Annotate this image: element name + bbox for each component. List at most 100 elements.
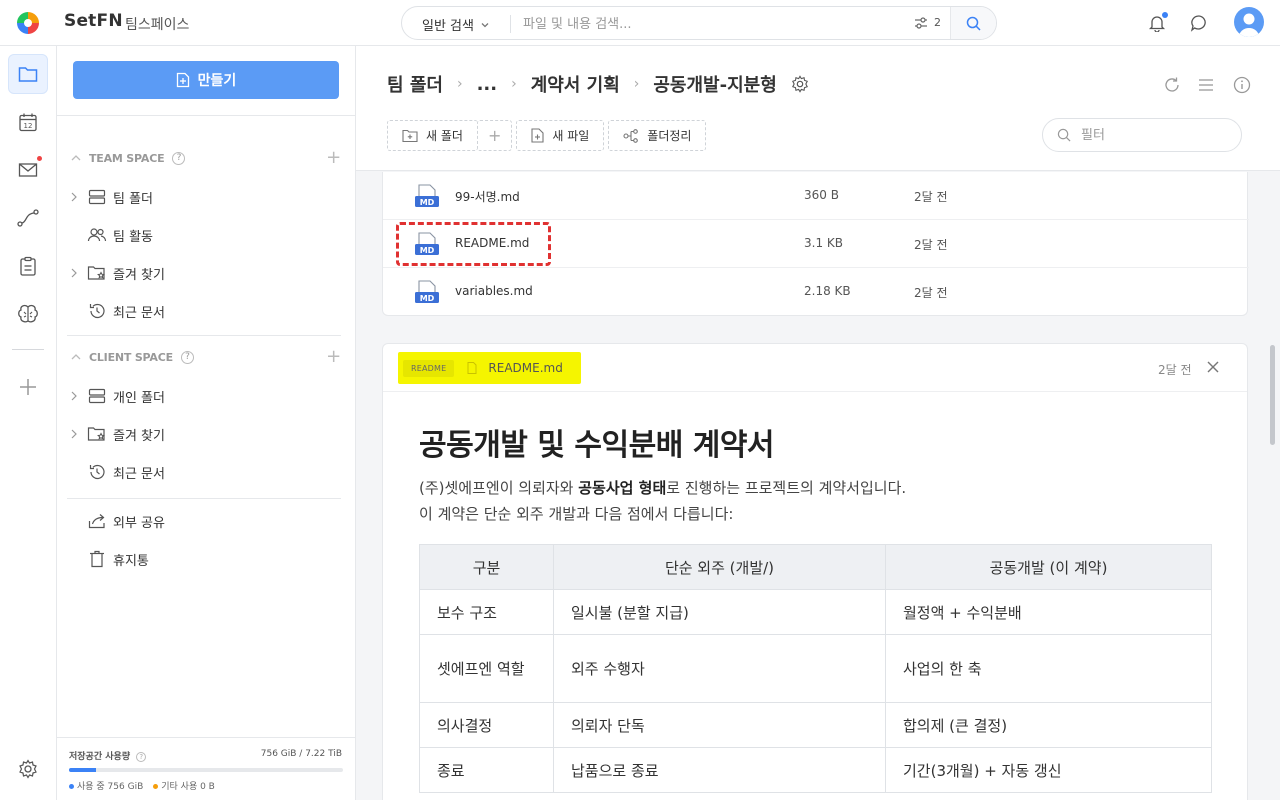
brain-icon — [17, 304, 39, 324]
new-folder-button[interactable]: 새 폴더 — [387, 120, 478, 151]
organize-folder-button[interactable]: 폴더정리 — [608, 120, 707, 151]
client-space-header[interactable]: CLIENT SPACE ? + — [71, 348, 341, 366]
create-button[interactable]: 만들기 — [73, 61, 339, 99]
close-icon[interactable] — [1206, 360, 1220, 374]
breadcrumb-item-contract-planning[interactable]: 계약서 기획 — [531, 71, 620, 97]
sidebar-item-trash[interactable]: 휴지통 — [71, 547, 341, 571]
top-bar: SetFN 팀스페이스 일반 검색 2 — [0, 0, 1280, 46]
search-mode-select[interactable]: 일반 검색 — [422, 15, 490, 34]
add-more-button[interactable]: + — [476, 120, 513, 151]
file-row[interactable]: MD variables.md 2.18 KB 2달 전 — [383, 268, 1249, 316]
storage-other-label: 기타 사용 0 B — [161, 782, 215, 792]
organize-icon — [623, 128, 639, 143]
help-icon[interactable]: ? — [172, 151, 186, 165]
sidebar-item-personal-folder[interactable]: 개인 폴더 — [71, 384, 341, 408]
breadcrumb-item-team-folder[interactable]: 팀 폴더 — [387, 71, 443, 97]
md-file-icon: MD — [414, 184, 440, 208]
chevron-right-icon — [71, 429, 81, 439]
sidebar-item-client-recent[interactable]: 최근 문서 — [71, 460, 341, 484]
folder-settings-gear-icon[interactable] — [791, 75, 809, 93]
sidebar-item-external-share[interactable]: 외부 공유 — [71, 509, 341, 533]
table-cell: 종료 — [419, 747, 554, 793]
rail-mail[interactable] — [8, 150, 48, 190]
user-avatar[interactable] — [1234, 7, 1264, 37]
brand-name[interactable]: SetFN — [64, 11, 123, 31]
server-icon — [87, 188, 107, 206]
sidebar-item-label: 휴지통 — [113, 553, 149, 569]
readme-badge: README — [403, 359, 455, 377]
plus-icon: + — [487, 126, 502, 145]
table-header-cell: 구분 — [419, 544, 554, 590]
table-cell: 합의제 (큰 결정) — [885, 702, 1212, 748]
new-document-icon — [176, 72, 190, 88]
filter-input[interactable] — [1081, 127, 1221, 143]
file-list: MD 99-서명.md 360 B 2달 전 MD README.md 3.1 … — [382, 172, 1249, 316]
folder-actions: 새 폴더 + 새 파일 폴더정리 — [387, 120, 707, 151]
sidebar-divider — [67, 335, 341, 336]
rail-tasks[interactable] — [8, 246, 48, 286]
main-scrollbar[interactable] — [1270, 345, 1275, 445]
info-button[interactable] — [1232, 75, 1252, 95]
file-row[interactable]: MD 99-서명.md 360 B 2달 전 — [383, 172, 1249, 220]
list-view-button[interactable] — [1196, 75, 1216, 95]
rail-ai[interactable] — [8, 294, 48, 334]
rail-files[interactable] — [8, 54, 48, 94]
folder-icon — [18, 65, 38, 83]
sidebar-item-team-favorites[interactable]: 즐겨 찾기 — [71, 261, 341, 285]
team-space-header[interactable]: TEAM SPACE ? + — [71, 149, 341, 167]
server-icon — [87, 387, 107, 405]
star-folder-icon — [87, 425, 107, 443]
help-icon[interactable]: ? — [180, 350, 194, 364]
rail-workflow[interactable] — [8, 198, 48, 238]
messages-button[interactable] — [1188, 12, 1210, 34]
sidebar-item-team-recent[interactable]: 최근 문서 — [71, 299, 341, 323]
file-size: 2.18 KB — [804, 284, 851, 298]
help-icon[interactable]: ? — [136, 752, 147, 762]
table-cell: 사업의 한 축 — [885, 634, 1212, 703]
client-space-add-button[interactable]: + — [326, 348, 341, 366]
rail-calendar[interactable]: 12 — [8, 102, 48, 142]
breadcrumb-item-ellipsis[interactable]: ... — [477, 74, 498, 95]
table-cell: 보수 구조 — [419, 589, 554, 635]
history-icon — [87, 463, 107, 481]
search-filter-button[interactable]: 2 — [914, 16, 941, 29]
rail-settings[interactable] — [8, 749, 48, 789]
sidebar-item-team-activity[interactable]: 팀 활동 — [71, 223, 341, 247]
md-file-icon: MD — [414, 280, 440, 304]
file-name: 99-서명.md — [455, 190, 520, 204]
annotation-highlight-box — [396, 222, 551, 266]
refresh-button[interactable] — [1162, 75, 1182, 95]
chevron-down-icon — [480, 20, 490, 30]
sidebar: 만들기 TEAM SPACE ? + 팀 폴더 팀 활동 즐겨 찾기 최근 문서… — [57, 46, 356, 800]
clipboard-icon — [19, 256, 37, 276]
create-button-label: 만들기 — [197, 72, 237, 88]
table-cell: 셋에프엔 역할 — [419, 634, 554, 703]
sidebar-item-client-favorites[interactable]: 즐겨 찾기 — [71, 422, 341, 446]
table-cell: 납품으로 종료 — [553, 747, 886, 793]
storage-bar — [69, 768, 343, 772]
search-input[interactable] — [523, 14, 903, 34]
table-cell: 의뢰자 단독 — [553, 702, 886, 748]
readme-tag[interactable]: README README.md — [398, 352, 581, 384]
file-row-readme[interactable]: MD README.md 3.1 KB 2달 전 — [383, 220, 1249, 268]
rail-add[interactable] — [8, 367, 48, 407]
chevron-right-icon — [71, 391, 81, 401]
storage-title: 저장공간 사용량 ? — [69, 749, 147, 762]
app-rail: 12 — [0, 46, 57, 800]
search-divider — [510, 15, 511, 33]
notifications-button[interactable] — [1146, 12, 1168, 34]
setfn-logo-icon[interactable] — [16, 11, 40, 35]
chevron-right-icon — [71, 268, 81, 278]
table-header-row: 구분 단순 외주 (개발/) 공동개발 (이 계약) — [419, 544, 1212, 590]
team-space-add-button[interactable]: + — [326, 149, 341, 167]
search-submit-button[interactable] — [950, 7, 996, 39]
new-file-button[interactable]: 새 파일 — [516, 120, 605, 151]
breadcrumb-item-current[interactable]: 공동개발-지분형 — [653, 71, 776, 97]
workspace-name[interactable]: 팀스페이스 — [125, 14, 189, 34]
mail-icon — [18, 162, 38, 178]
search-icon — [1057, 128, 1071, 142]
sidebar-item-team-folder[interactable]: 팀 폴더 — [71, 185, 341, 209]
chevron-right-icon: › — [633, 76, 640, 92]
filter-box — [1042, 118, 1242, 152]
folder-plus-icon — [402, 129, 418, 143]
